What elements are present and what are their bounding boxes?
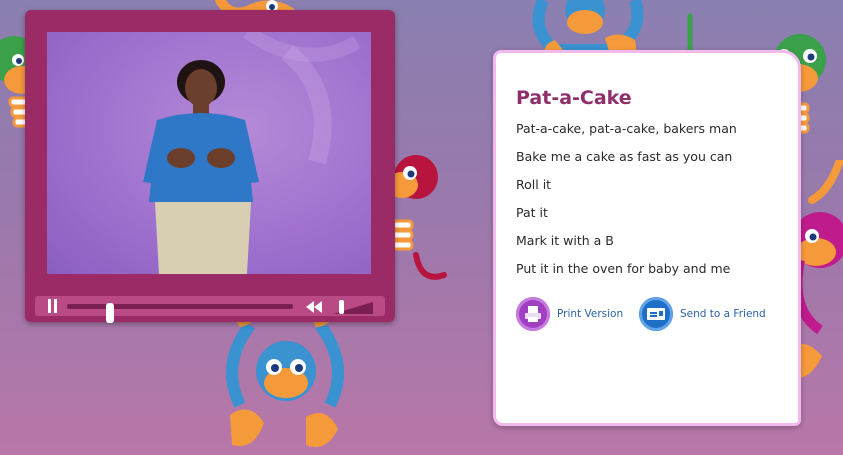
lyrics-card: Pat-a-Cake Pat-a-cake, pat-a-cake, baker… xyxy=(493,50,801,426)
lyric-line: Roll it xyxy=(516,177,552,192)
pause-button[interactable] xyxy=(47,299,59,313)
seek-bar[interactable] xyxy=(67,303,293,323)
lyric-line: Pat it xyxy=(516,205,548,220)
seek-handle[interactable] xyxy=(106,303,114,323)
player-controls xyxy=(35,296,385,323)
video-frame-presenter xyxy=(143,32,361,274)
volume-control[interactable] xyxy=(331,299,375,314)
lyric-line: Pat-a-cake, pat-a-cake, bakers man xyxy=(516,121,737,136)
lyric-line: Bake me a cake as fast as you can xyxy=(516,149,733,164)
lyric-line: Put it in the oven for baby and me xyxy=(516,261,731,276)
printer-icon xyxy=(516,297,550,331)
volume-icon xyxy=(333,300,373,314)
send-to-friend-label[interactable]: Send to a Friend xyxy=(680,308,766,320)
send-to-friend-link[interactable]: Send to a Friend xyxy=(639,297,766,331)
song-title: Pat-a-Cake xyxy=(516,87,632,109)
rewind-button[interactable] xyxy=(305,299,323,313)
video-screen[interactable] xyxy=(47,32,371,274)
lyric-line: Mark it with a B xyxy=(516,233,614,248)
monkey-decoration-blue-bottom xyxy=(226,306,344,447)
print-version-label[interactable]: Print Version xyxy=(557,308,623,320)
rewind-icon xyxy=(306,301,322,313)
print-version-link[interactable]: Print Version xyxy=(516,297,623,331)
video-player xyxy=(25,10,395,323)
envelope-icon xyxy=(639,297,673,331)
